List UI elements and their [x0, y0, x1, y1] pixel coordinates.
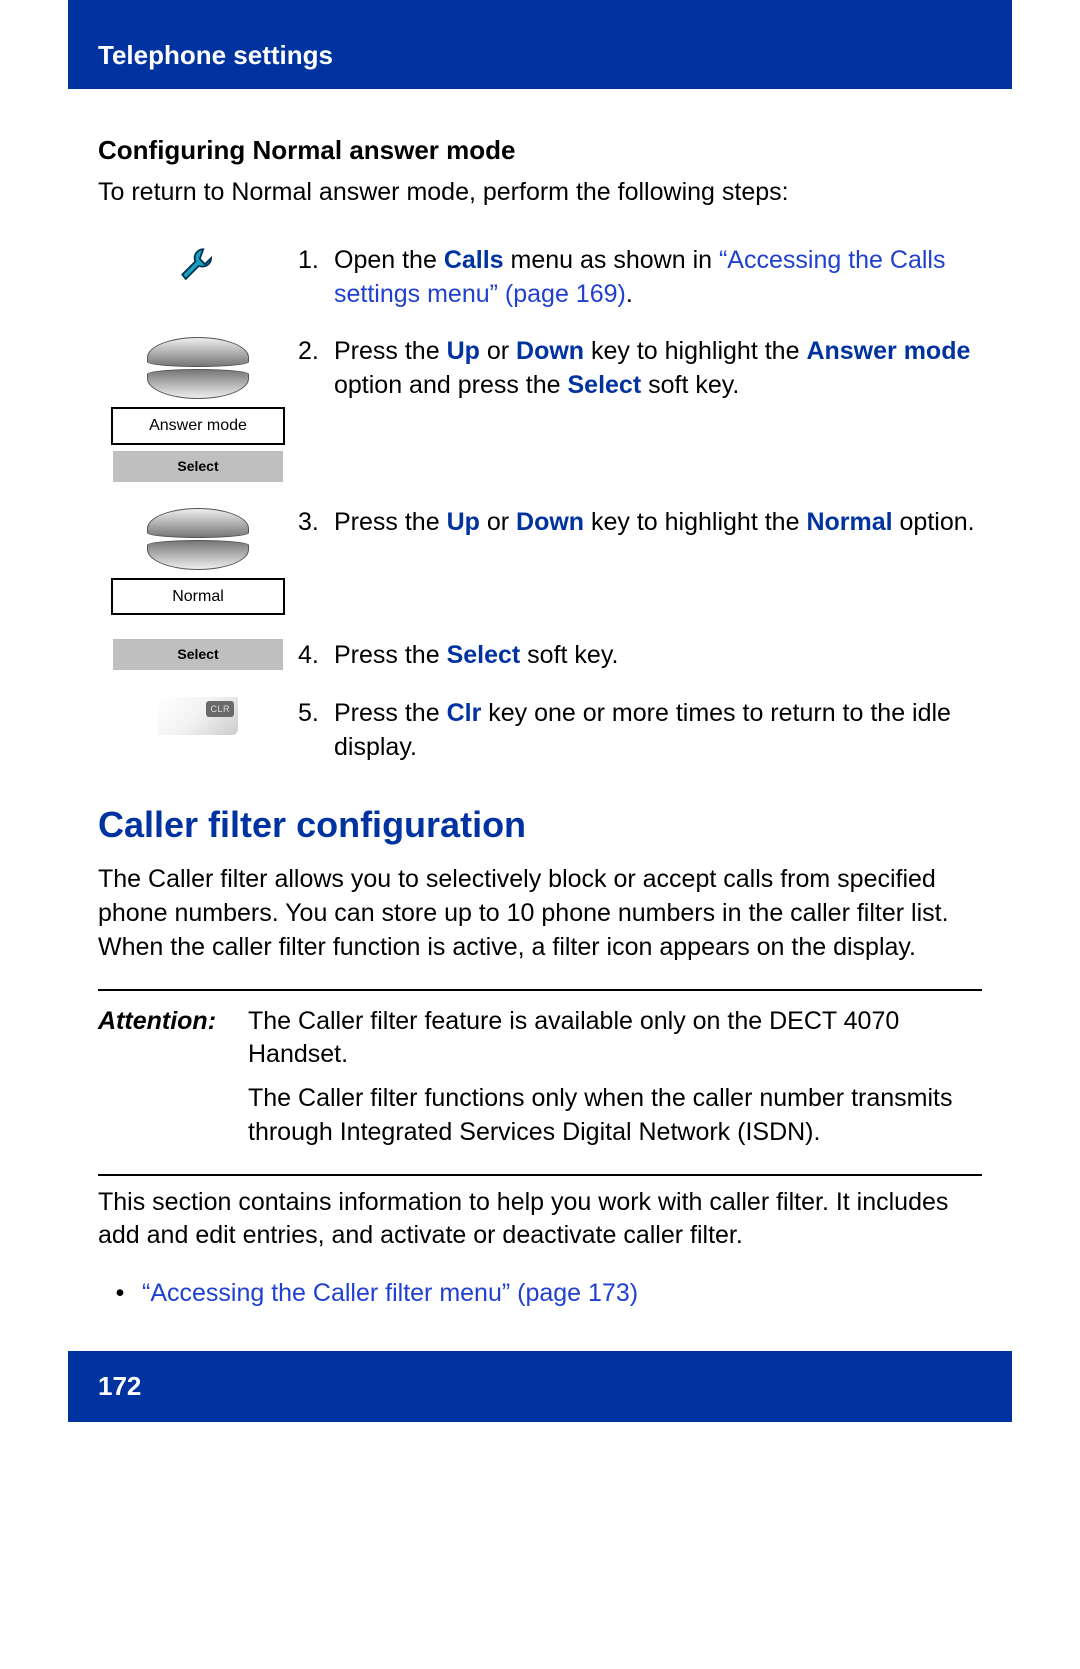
kw-down: Down [516, 337, 584, 365]
intro-text: To return to Normal answer mode, perform… [98, 176, 982, 210]
link-accessing-caller-filter[interactable]: “Accessing the Caller filter menu” (page… [142, 1277, 638, 1311]
step-text: Press the Up or Down key to highlight th… [334, 506, 982, 540]
step-5: 5. Press the Clr key one or more times t… [98, 697, 982, 765]
lcd-answer-mode: Answer mode [111, 407, 285, 445]
closing-para: This section contains information to hel… [98, 1186, 982, 1254]
rule-top [98, 989, 982, 991]
step-number: 1. [298, 244, 334, 312]
clr-key-icon [158, 697, 238, 735]
bullet-dot: • [98, 1277, 142, 1311]
subheading-config-normal: Configuring Normal answer mode [98, 133, 982, 168]
up-down-key-icon [138, 506, 258, 572]
step-number: 3. [298, 506, 334, 540]
step-3: Normal 3. Press the Up or Down key to hi… [98, 506, 982, 616]
page-header: Telephone settings [68, 0, 1012, 89]
attention-label: Attention: [98, 1005, 248, 1160]
page-body: Configuring Normal answer mode To return… [0, 89, 1080, 1311]
kw-calls: Calls [444, 246, 504, 274]
kw-normal: Normal [806, 508, 892, 536]
step-text: Press the Select soft key. [334, 639, 982, 673]
page-number: 172 [98, 1371, 141, 1401]
kw-down: Down [516, 508, 584, 536]
bullet-item: • “Accessing the Caller filter menu” (pa… [98, 1277, 982, 1311]
kw-answer-mode: Answer mode [806, 337, 970, 365]
header-title: Telephone settings [98, 40, 333, 70]
step-text: Press the Up or Down key to highlight th… [334, 335, 982, 403]
step-number: 4. [298, 639, 334, 673]
softkey-select: Select [113, 639, 283, 670]
attention-p2: The Caller filter functions only when th… [248, 1082, 982, 1150]
wrench-icon [177, 244, 219, 286]
rule-bottom [98, 1174, 982, 1176]
attention-block: Attention: The Caller filter feature is … [98, 1005, 982, 1160]
up-down-key-icon [138, 335, 258, 401]
attention-p1: The Caller filter feature is available o… [248, 1005, 982, 1073]
step-2: Answer mode Select 2. Press the Up or Do… [98, 335, 982, 481]
caller-filter-para: The Caller filter allows you to selectiv… [98, 863, 982, 964]
kw-clr: Clr [447, 699, 482, 727]
kw-select: Select [568, 371, 642, 399]
lcd-normal: Normal [111, 578, 285, 616]
softkey-select: Select [113, 451, 283, 482]
kw-up: Up [447, 508, 480, 536]
page-footer: 172 [68, 1351, 1012, 1422]
step-number: 2. [298, 335, 334, 403]
step-number: 5. [298, 697, 334, 765]
kw-up: Up [447, 337, 480, 365]
step-text: Open the Calls menu as shown in “Accessi… [334, 244, 982, 312]
kw-select: Select [447, 641, 521, 669]
section-title-caller-filter: Caller filter configuration [98, 801, 982, 850]
step-text: Press the Clr key one or more times to r… [334, 697, 982, 765]
step-1: 1. Open the Calls menu as shown in “Acce… [98, 244, 982, 312]
step-4: Select 4. Press the Select soft key. [98, 639, 982, 673]
